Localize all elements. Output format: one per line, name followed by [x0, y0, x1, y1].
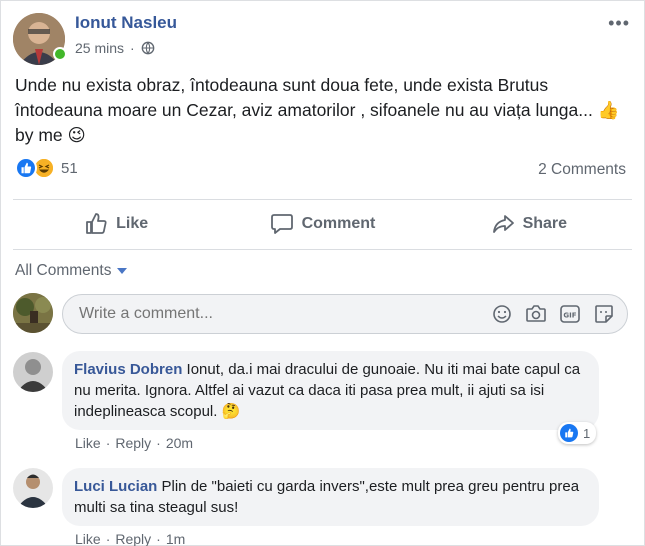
post-meta-separator: · [130, 40, 135, 56]
post-author-name[interactable]: Ionut Nasleu [75, 13, 177, 33]
comment-filter-label: All Comments [15, 262, 112, 279]
globe-icon[interactable] [141, 41, 155, 55]
comment-meta: Like · Reply · 1m [75, 531, 186, 546]
comment-bubble: Flavius Dobren Ionut, da.i mai dracului … [62, 351, 599, 430]
post-text: Unde nu exista obraz, întodeauna sunt do… [15, 75, 620, 145]
share-button-label: Share [522, 215, 568, 232]
comment-meta: Like · Reply · 20m [75, 435, 194, 451]
commenter-name[interactable]: Luci Lucian [74, 478, 157, 495]
thumbs-up-icon [86, 213, 107, 234]
comment-icon [270, 214, 293, 234]
comment-timestamp[interactable]: 20m [166, 435, 193, 451]
comment-button-label: Comment [301, 215, 376, 232]
like-reaction-icon [15, 157, 37, 179]
comment-reply-link[interactable]: Reply [115, 531, 151, 546]
action-bar: Like Comment Share [13, 201, 632, 247]
comment-reactions[interactable]: 1 [558, 422, 597, 444]
comment-tools: GIF [491, 303, 615, 325]
commenter-name[interactable]: Flavius Dobren [74, 361, 182, 378]
comment-button[interactable]: Comment [219, 201, 425, 247]
online-status-indicator [53, 47, 67, 61]
share-button[interactable]: Share [426, 201, 632, 247]
current-user-avatar[interactable] [13, 293, 53, 333]
like-button-label: Like [116, 215, 149, 232]
comment-bubble: Luci Lucian Plin de "baieti cu garda inv… [62, 468, 599, 526]
share-icon [492, 215, 514, 233]
chevron-down-icon [117, 268, 128, 274]
commenter-avatar[interactable] [13, 468, 53, 508]
more-options-button[interactable]: ••• [608, 13, 630, 34]
divider [13, 249, 632, 250]
comment-reply-link[interactable]: Reply [115, 435, 151, 451]
post-card: Ionut Nasleu 25 mins · ••• Unde nu exist… [0, 0, 645, 546]
emoji-icon[interactable] [491, 303, 513, 325]
commenter-avatar[interactable] [13, 352, 53, 392]
svg-text:GIF: GIF [563, 312, 576, 320]
post-timestamp[interactable]: 25 mins [75, 40, 124, 56]
write-comment-box[interactable]: GIF [62, 294, 628, 334]
comment-like-link[interactable]: Like [75, 435, 101, 451]
post-meta: 25 mins · [75, 40, 155, 56]
camera-icon[interactable] [525, 303, 547, 325]
sticker-icon[interactable] [593, 303, 615, 325]
comments-count-link[interactable]: 2 Comments [538, 161, 626, 179]
comment-reaction-count: 1 [583, 425, 591, 441]
comment-input[interactable] [79, 305, 459, 323]
divider [13, 199, 632, 200]
reactions-summary[interactable]: 51 [15, 157, 78, 179]
like-button[interactable]: Like [13, 201, 219, 247]
comment-filter-dropdown[interactable]: All Comments [15, 262, 128, 280]
reaction-count: 51 [61, 159, 78, 177]
comment-timestamp[interactable]: 1m [166, 531, 185, 546]
like-reaction-icon [560, 424, 578, 442]
gif-icon[interactable]: GIF [559, 303, 581, 325]
comment-like-link[interactable]: Like [75, 531, 101, 546]
